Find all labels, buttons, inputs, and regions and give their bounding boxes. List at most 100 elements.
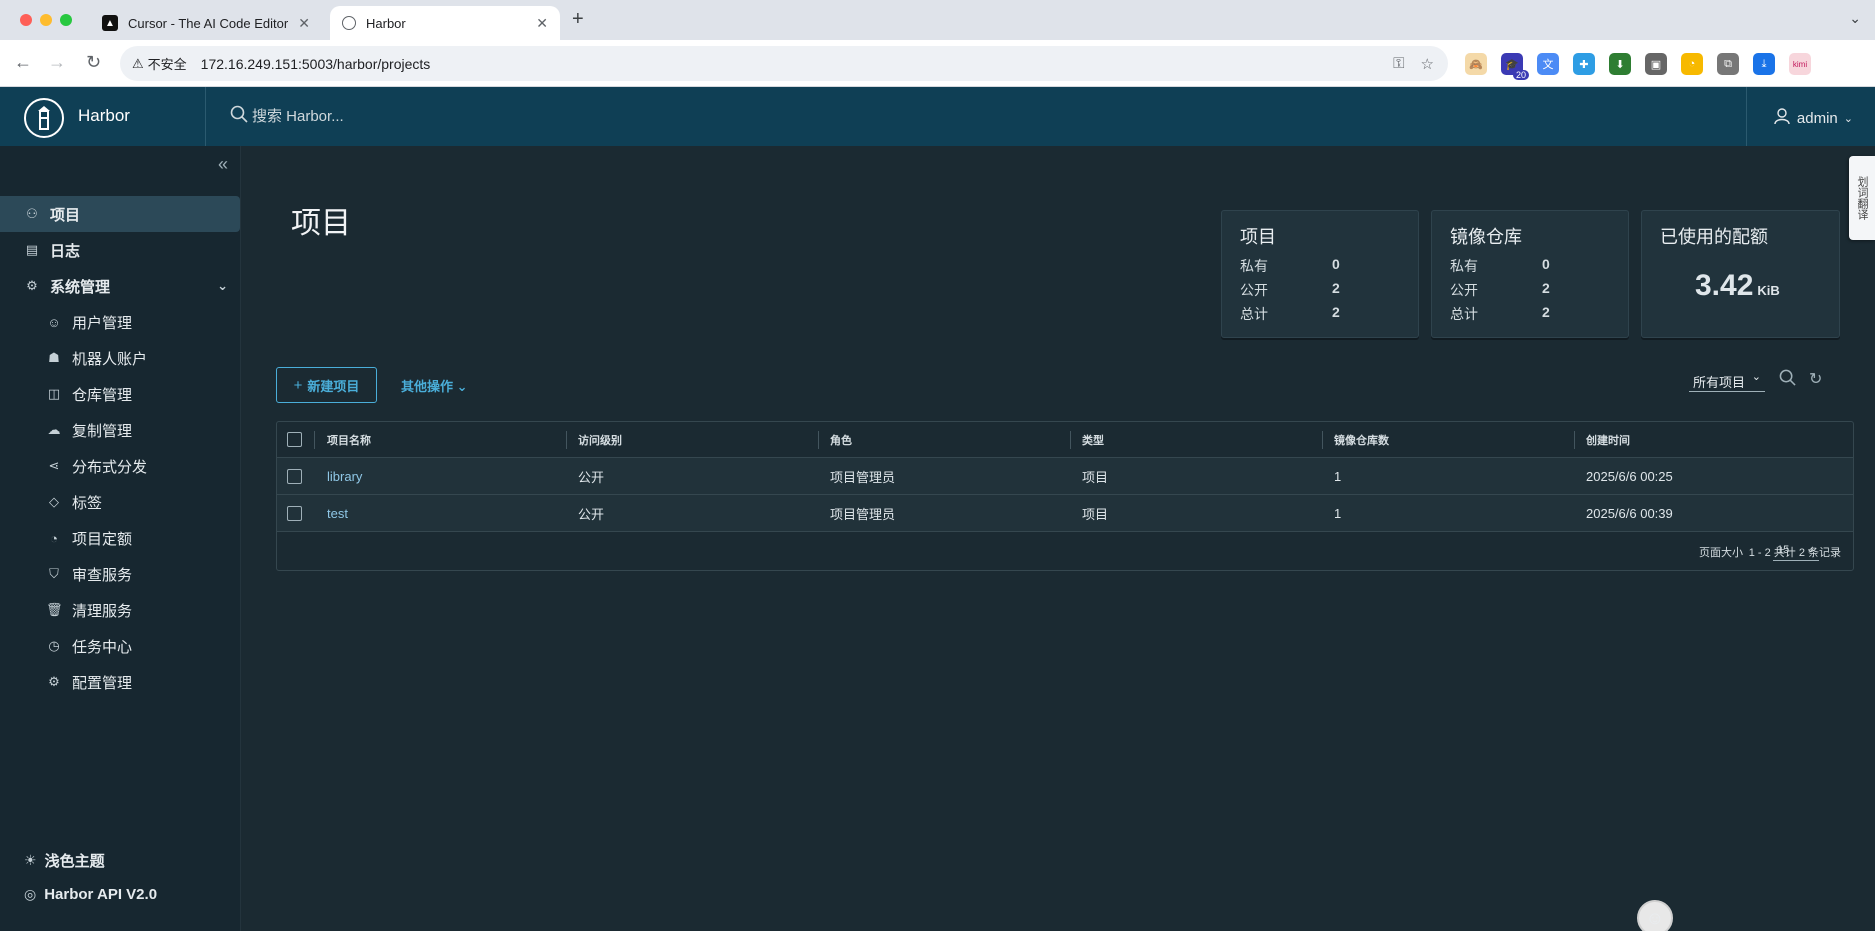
sidebar-item-users[interactable]: ☺ 用户管理 (0, 304, 240, 340)
main-content: 项目 项目 私有 0 公开 2 总计 2 镜像仓库 私有 0 公开 2 总计 2 已使用的配… (241, 146, 1875, 931)
sidebar-item-robots[interactable]: ☗ 机器人账户 (0, 340, 240, 376)
sidebar-item-interrogation[interactable]: ⛉ 审查服务 (0, 556, 240, 592)
dashboard-icon: ◷ (48, 638, 60, 653)
forward-button[interactable]: → (48, 52, 66, 73)
card-title: 项目 (1240, 227, 1276, 247)
refresh-icon[interactable]: ↻ (1809, 369, 1822, 389)
repos-count-cell: 1 (1334, 505, 1342, 521)
table-row[interactable]: test 公开 项目管理员 项目 1 2025/6/6 00:39 (277, 495, 1853, 532)
row-value: 2 (1542, 280, 1550, 296)
column-header-access[interactable]: 访问级别 (566, 422, 622, 457)
theme-label: 浅色主题 (44, 853, 105, 870)
project-name-link[interactable]: library (315, 458, 362, 494)
column-header-type[interactable]: 类型 (1070, 422, 1104, 457)
bookmark-star-icon[interactable]: ☆ (1421, 55, 1434, 73)
extension-graduation-icon[interactable]: 🎓 20 (1501, 53, 1529, 80)
sidebar-item-label: 复制管理 (72, 422, 133, 440)
close-window-button[interactable] (20, 14, 32, 26)
tab-harbor[interactable]: Harbor ✕ (330, 6, 560, 40)
assistant-avatar[interactable]: ☺ (1637, 900, 1673, 931)
projects-table: 项目名称 访问级别 角色 类型 镜像仓库数 创建时间 library 公开 项目… (276, 421, 1854, 571)
app-name[interactable]: Harbor (78, 106, 130, 126)
extension-clock-icon[interactable]: ◔ (1681, 53, 1703, 75)
security-label[interactable]: 不安全 (148, 54, 187, 73)
theme-toggle[interactable]: ☀ 浅色主题 (24, 850, 105, 871)
extension-translate-icon[interactable]: 文 (1537, 53, 1559, 75)
extension-screen-icon[interactable]: ▣ (1645, 53, 1667, 75)
column-header-created[interactable]: 创建时间 (1574, 422, 1630, 457)
column-header-name[interactable]: 项目名称 (315, 422, 371, 457)
chevron-down-icon: ⌄ (1751, 371, 1761, 383)
sidebar-item-logs[interactable]: ▤ 日志 (0, 232, 240, 268)
header-divider (205, 87, 206, 146)
api-link[interactable]: ◎ Harbor API V2.0 (24, 886, 157, 903)
harbor-header: Harbor admin ⌄ (0, 87, 1875, 146)
chevron-down-icon: ⌄ (456, 379, 468, 394)
close-tab-icon[interactable]: ✕ (298, 15, 310, 32)
sidebar-item-projects[interactable]: ⚇ 项目 (0, 196, 240, 232)
back-button[interactable]: ← (14, 52, 32, 73)
select-all-checkbox[interactable] (287, 432, 302, 447)
api-label: Harbor API V2.0 (44, 886, 158, 903)
sidebar-item-config[interactable]: ⚙ 配置管理 (0, 664, 240, 700)
minimize-window-button[interactable] (40, 14, 52, 26)
new-project-button[interactable]: + 新建项目 (276, 367, 377, 403)
project-name-link[interactable]: test (315, 495, 348, 531)
quota-number: 3.42 (1695, 269, 1754, 302)
card-row-total: 总计 2 (1450, 304, 1550, 324)
tab-cursor[interactable]: ▲ Cursor - The AI Code Editor ✕ (90, 6, 322, 40)
translate-side-tab[interactable]: 划词翻译 (1849, 156, 1875, 240)
project-filter-select[interactable]: 所有项目 ⌄ (1689, 368, 1765, 392)
sidebar-item-admin[interactable]: ⚙ 系统管理 ⌄ (0, 268, 240, 304)
card-row-public: 公开 2 (1240, 280, 1340, 300)
extensions-toolbar: 🙈 🎓 20 文 ✚ ⬇ ▣ ◔ ⧉ ⤓ kimi (1465, 53, 1811, 80)
page-title: 项目 (291, 207, 351, 240)
sidebar-item-jobs[interactable]: ◷ 任务中心 (0, 628, 240, 664)
extensions-puzzle-icon[interactable]: ⧉ (1717, 53, 1739, 75)
extension-download-arrow-icon[interactable]: ⬇ (1609, 53, 1631, 75)
search-icon[interactable] (1779, 369, 1796, 391)
column-header-role[interactable]: 角色 (818, 422, 852, 457)
key-icon[interactable]: ⚿ (1393, 55, 1404, 73)
sidebar-item-clearing[interactable]: 🗑 清理服务 (0, 592, 240, 628)
url-field[interactable]: ⚠ 不安全 172.16.249.151:5003/harbor/project… (120, 46, 1448, 81)
row-value: 0 (1542, 256, 1550, 272)
sidebar-item-labels[interactable]: ◇ 标签 (0, 484, 240, 520)
plus-icon: + (293, 376, 303, 394)
extension-kimi-icon[interactable]: kimi (1789, 53, 1811, 75)
reload-button[interactable]: ↻ (86, 52, 101, 73)
collapse-sidebar-icon[interactable]: « (218, 154, 228, 175)
tab-search-chevron-icon[interactable]: ⌄ (1849, 10, 1861, 27)
sidebar-item-quotas[interactable]: ◔ 项目定额 (0, 520, 240, 556)
extension-puzzle-icon[interactable]: ✚ (1573, 53, 1595, 75)
tab-title: Harbor (366, 15, 406, 31)
new-tab-button[interactable]: + (572, 8, 584, 31)
maximize-window-button[interactable] (60, 14, 72, 26)
close-tab-icon[interactable]: ✕ (536, 15, 548, 32)
user-menu[interactable]: admin ⌄ (1773, 107, 1853, 129)
url-text: 172.16.249.151:5003/harbor/projects (200, 55, 431, 72)
harbor-favicon-icon (342, 16, 356, 30)
created-cell: 2025/6/6 00:25 (1586, 468, 1673, 484)
download-icon[interactable]: ⤓ (1753, 53, 1775, 75)
column-header-repos[interactable]: 镜像仓库数 (1322, 422, 1389, 457)
sidebar-item-label: 机器人账户 (72, 350, 148, 368)
repos-count-cell: 1 (1334, 468, 1342, 484)
sidebar-item-distributions[interactable]: ⋖ 分布式分发 (0, 448, 240, 484)
sidebar-item-registries[interactable]: ◫ 仓库管理 (0, 376, 240, 412)
row-select-cell (277, 495, 302, 531)
sidebar-item-replications[interactable]: ☁ 复制管理 (0, 412, 240, 448)
row-value: 2 (1332, 304, 1340, 320)
card-title: 镜像仓库 (1450, 227, 1522, 247)
sun-icon: ☀ (24, 852, 37, 868)
table-row[interactable]: library 公开 项目管理员 项目 1 2025/6/6 00:25 (277, 458, 1853, 495)
row-checkbox[interactable] (287, 468, 302, 484)
global-search[interactable] (230, 105, 552, 127)
row-checkbox[interactable] (287, 505, 302, 521)
role-cell: 项目管理员 (830, 506, 896, 522)
avatar-face-icon: ☺ (1645, 907, 1665, 928)
harbor-logo-icon[interactable] (24, 98, 64, 138)
extension-monkey-icon[interactable]: 🙈 (1465, 53, 1487, 75)
search-input[interactable] (252, 107, 552, 125)
other-actions-dropdown[interactable]: 其他操作 ⌄ (401, 376, 468, 395)
